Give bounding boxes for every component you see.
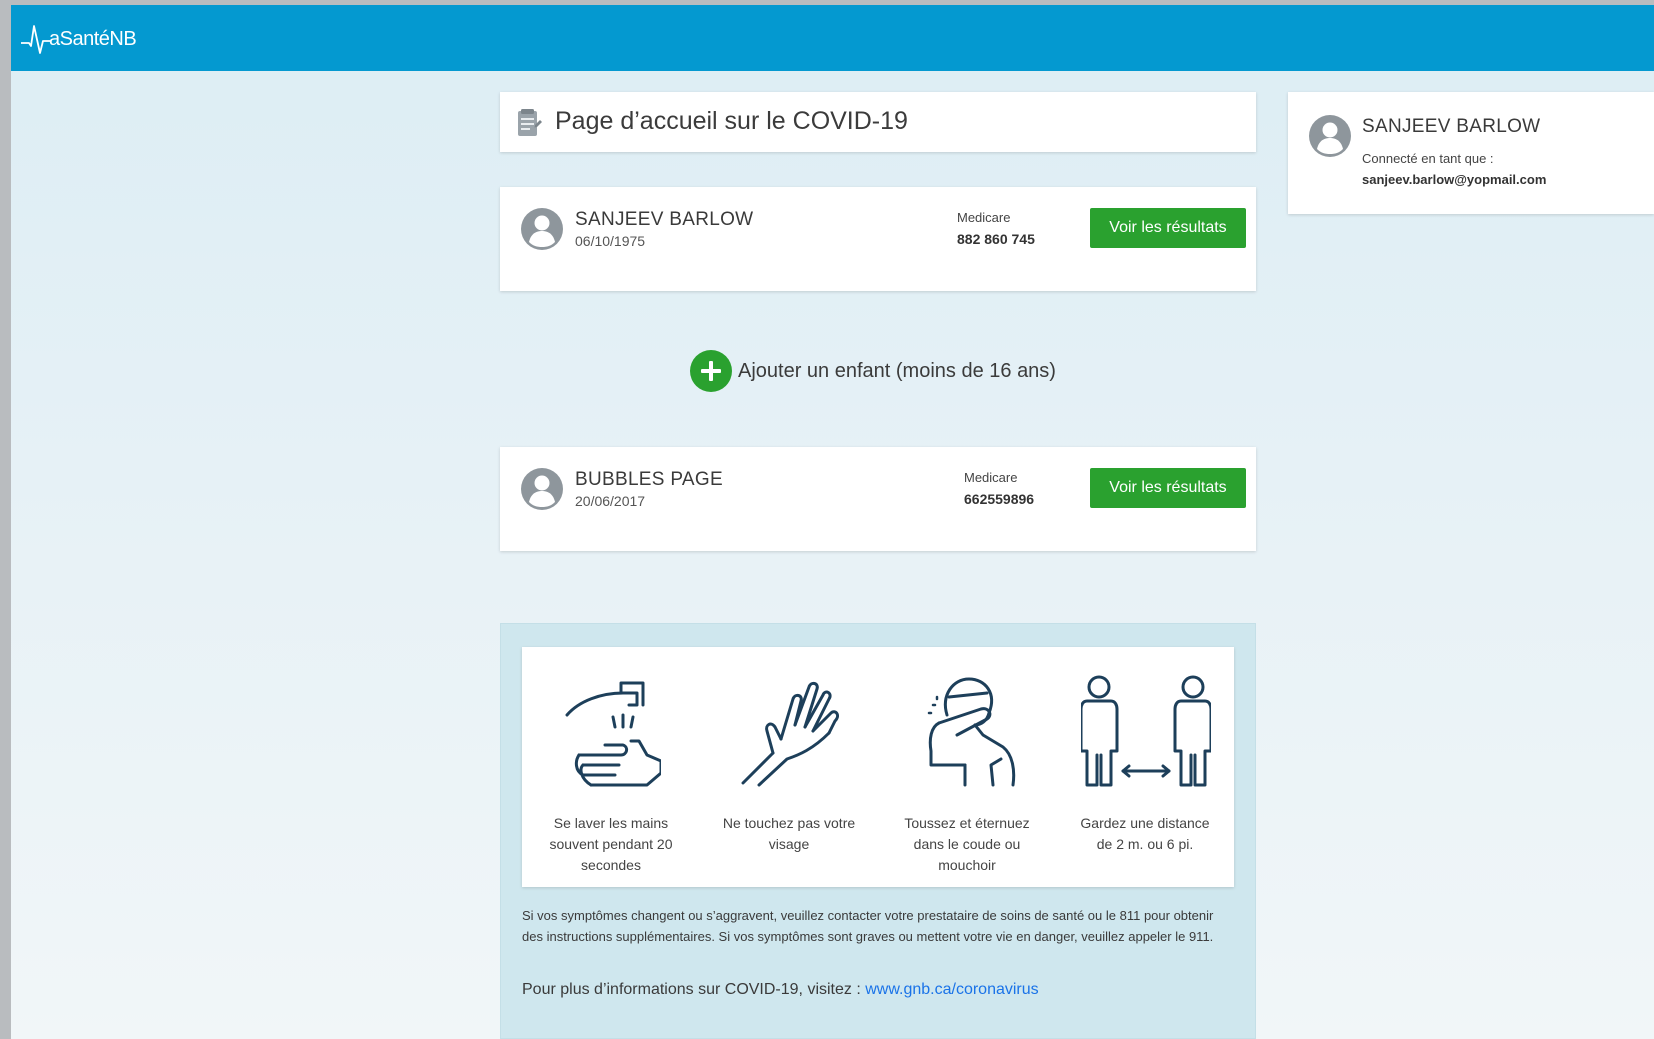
tip-hand-washing: Se laver les mains souvent pendant 20 se…: [522, 647, 700, 887]
tip-social-distance: Gardez une distance de 2 m. ou 6 pi.: [1056, 647, 1234, 887]
connected-as-label: Connecté en tant que :: [1362, 151, 1494, 166]
tip-label: Toussez et éternuez dans le coude ou mou…: [904, 815, 1030, 873]
view-results-button[interactable]: Voir les résultats: [1090, 208, 1246, 248]
prevention-tips-card: Se laver les mains souvent pendant 20 se…: [522, 647, 1234, 887]
person-card: SANJEEV BARLOW 06/10/1975 Medicare 882 8…: [500, 187, 1256, 291]
medicare-number: 882 860 745: [957, 231, 1035, 247]
view-results-button[interactable]: Voir les résultats: [1090, 468, 1246, 508]
hand-washing-icon: [565, 681, 661, 787]
tip-label: Gardez une distance de 2 m. ou 6 pi.: [1080, 815, 1210, 852]
masantenb-logo[interactable]: aSantéNB: [21, 19, 137, 59]
app-window: aSantéNB Page d’accueil sur le COVID-19 …: [11, 5, 1654, 1039]
prevention-info-panel: Se laver les mains souvent pendant 20 se…: [500, 623, 1256, 1039]
document-icon: [518, 109, 542, 136]
hand-no-touch-icon: [741, 681, 839, 787]
account-card: SANJEEV BARLOW Connecté en tant que : sa…: [1288, 92, 1654, 214]
person-card: BUBBLES PAGE 20/06/2017 Medicare 6625598…: [500, 447, 1256, 551]
more-info-prefix: Pour plus d’informations sur COVID-19, v…: [522, 981, 866, 998]
top-bar: aSantéNB: [11, 5, 1654, 71]
cough-elbow-icon: [927, 677, 1016, 787]
person-dob: 06/10/1975: [575, 233, 646, 249]
user-avatar-icon: [1309, 115, 1351, 157]
person-avatar-icon: [521, 208, 563, 250]
person-avatar-icon: [521, 468, 563, 510]
person-name: BUBBLES PAGE: [575, 469, 723, 490]
medicare-label: Medicare: [957, 210, 1011, 225]
page-title: Page d’accueil sur le COVID-19: [555, 107, 908, 135]
add-child-label: Ajouter un enfant (moins de 16 ans): [738, 359, 1056, 382]
medicare-number: 662559896: [964, 491, 1035, 507]
account-name: SANJEEV BARLOW: [1362, 116, 1541, 137]
heartbeat-logo-icon: [21, 25, 51, 54]
tip-cough-elbow: Toussez et éternuez dans le coude ou mou…: [878, 647, 1056, 887]
account-email: sanjeev.barlow@yopmail.com: [1362, 172, 1547, 187]
more-info-text: Pour plus d’informations sur COVID-19, v…: [522, 981, 1039, 999]
page-title-card: Page d’accueil sur le COVID-19: [500, 92, 1256, 152]
tip-label: Se laver les mains souvent pendant 20 se…: [549, 815, 673, 873]
coronavirus-link[interactable]: www.gnb.ca/coronavirus: [865, 981, 1038, 998]
add-child-button[interactable]: Ajouter un enfant (moins de 16 ans): [690, 350, 1056, 392]
logo-text: aSantéNB: [49, 27, 137, 50]
social-distance-icon: [1081, 675, 1211, 787]
tip-label: Ne touchez pas votre visage: [722, 815, 856, 852]
person-dob: 20/06/2017: [575, 493, 646, 509]
tip-no-touch-face: Ne touchez pas votre visage: [700, 647, 878, 887]
medicare-label: Medicare: [964, 470, 1018, 485]
person-name: SANJEEV BARLOW: [575, 209, 754, 230]
plus-circle-icon: [690, 350, 732, 392]
symptoms-notice: Si vos symptômes changent ou s’aggravent…: [522, 908, 1214, 944]
